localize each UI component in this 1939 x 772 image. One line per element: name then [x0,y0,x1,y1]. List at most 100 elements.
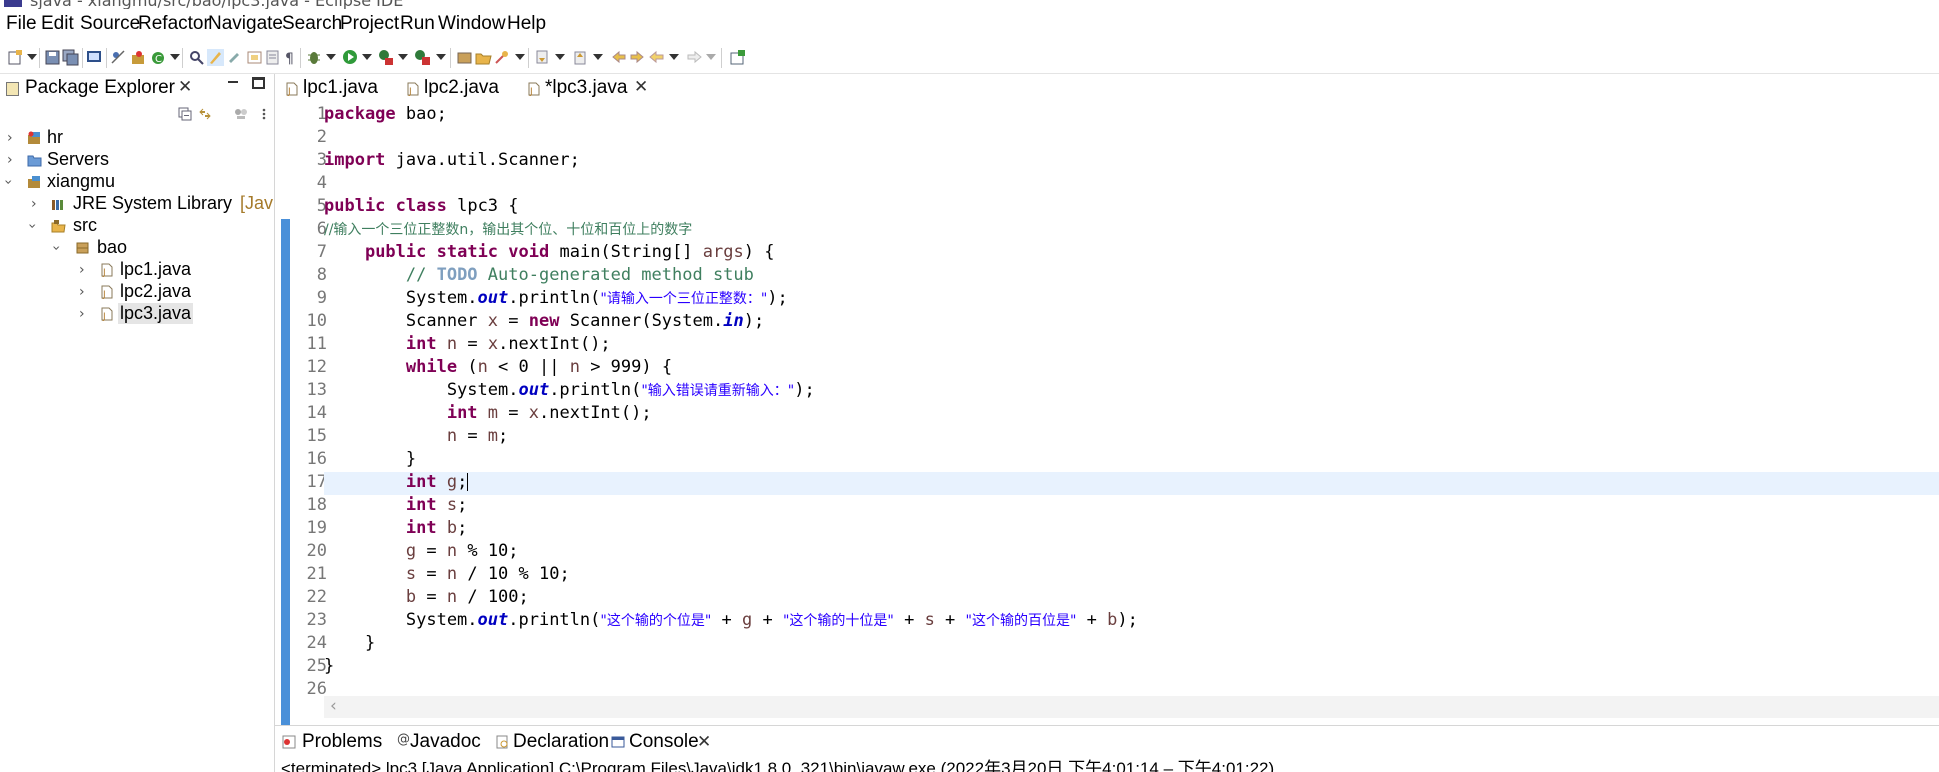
next-annotation-icon[interactable] [534,49,551,66]
external-tools-dropdown-icon[interactable] [436,54,446,60]
tab-declaration[interactable]: Declaration [490,726,609,758]
tab-lpc3-java[interactable]: J *lpc3.java ✕ [523,74,651,106]
close-icon[interactable]: ✕ [697,732,711,752]
menu-help[interactable]: Help [507,13,546,35]
terminal-icon[interactable] [86,49,103,66]
debug-icon[interactable] [306,49,323,66]
new-package-icon[interactable] [456,49,473,66]
new-icon[interactable] [7,49,24,66]
forward-dropdown-icon[interactable] [706,54,716,60]
tab-problems[interactable]: Problems [275,726,387,758]
coverage-dropdown-icon[interactable] [398,54,408,60]
local-variable: b [1107,610,1118,630]
menu-run[interactable]: Run [400,13,435,35]
link-with-editor-icon[interactable] [198,107,212,121]
toolbar-separator [106,48,107,68]
show-whitespace-icon[interactable]: ¶ [282,49,299,66]
code-text: = [498,403,529,423]
collapse-all-icon[interactable] [178,107,192,121]
tree-item-bao[interactable]: › bao [0,236,274,260]
collapse-arrow-icon[interactable]: › [24,223,40,229]
tab-javadoc[interactable]: @ Javadoc [390,726,481,758]
forward-icon[interactable] [686,49,703,66]
search-icon[interactable] [494,49,511,66]
menu-file[interactable]: File [6,13,37,35]
minimize-icon[interactable] [228,81,238,83]
tree-item-jre-system-library[interactable]: › JRE System Library [Jav [0,192,274,216]
focus-on-working-set-icon[interactable] [234,107,248,121]
collapse-arrow-icon[interactable]: › [48,245,64,251]
expand-arrow-icon[interactable]: › [79,262,85,278]
toggle-highlight-icon[interactable] [207,49,224,66]
console-output[interactable]: <terminated> lpc3 [Java Application] C:\… [275,757,1939,772]
previous-annotation-dropdown-icon[interactable] [593,54,603,60]
view-menu-icon[interactable] [257,107,271,121]
back-history-icon[interactable] [648,49,665,66]
horizontal-scrollbar[interactable]: ‹ [324,696,1939,718]
tree-item-servers[interactable]: › Servers [0,148,274,172]
tab-lpc2-java[interactable]: J lpc2.java [402,74,512,104]
previous-annotation-icon[interactable] [572,49,589,66]
static-field: out [518,380,550,400]
menu-window[interactable]: Window [438,13,506,35]
expand-arrow-icon[interactable]: › [31,196,37,212]
maximize-icon[interactable] [252,77,265,89]
code-text: ; [457,518,468,538]
new-class-dropdown-icon[interactable] [170,54,180,60]
word-wrap-icon[interactable] [264,49,281,66]
external-tools-icon[interactable] [414,49,431,66]
menu-search[interactable]: Search [282,13,342,35]
open-perspective-icon[interactable] [729,49,746,66]
block-selection-icon[interactable] [246,49,263,66]
collapse-arrow-icon[interactable]: › [0,179,16,185]
menu-navigate[interactable]: Navigate [208,13,283,35]
code-line: System.out.println("请输入一个三位正整数："); [324,288,1939,311]
tab-console[interactable]: Console ✕ [608,726,714,760]
last-edit-location-icon[interactable] [610,49,627,66]
tree-item-src[interactable]: › src [0,214,274,238]
coverage-icon[interactable] [378,49,395,66]
new-java-project-icon[interactable] [130,49,147,66]
save-all-icon[interactable] [62,49,79,66]
code-editor[interactable]: 1 2 3 4 5 6 7 8 9 10 11 12 13 14 15 16 1… [275,104,1939,756]
tab-lpc1-java[interactable]: J lpc1.java [281,74,391,104]
search-dropdown-icon[interactable] [515,54,525,60]
menu-source[interactable]: Source [80,13,140,35]
code-text: System. [324,380,519,400]
back-icon[interactable] [629,49,646,66]
parameter: args [702,242,744,262]
expand-arrow-icon[interactable]: › [7,152,13,168]
expand-arrow-icon[interactable]: › [79,306,85,322]
back-dropdown-icon[interactable] [669,54,679,60]
new-class-icon[interactable]: C [150,49,167,66]
toggle-mark-icon[interactable] [227,49,244,66]
tree-item-lpc3[interactable]: › J lpc3.java [0,302,274,326]
expand-arrow-icon[interactable]: › [7,130,13,146]
run-dropdown-icon[interactable] [362,54,372,60]
tree-item-lpc1[interactable]: › J lpc1.java [0,258,274,282]
open-type-icon[interactable] [188,49,205,66]
library-icon [52,200,63,210]
close-icon[interactable]: ✕ [634,77,648,97]
next-annotation-dropdown-icon[interactable] [555,54,565,60]
expand-arrow-icon[interactable]: › [79,284,85,300]
tree-item-lpc2[interactable]: › J lpc2.java [0,280,274,304]
run-icon[interactable] [342,49,359,66]
line-number: 9 [316,288,327,308]
code-text: % 10; [457,541,519,561]
package-explorer-tab[interactable]: Package Explorer ✕ [0,74,200,104]
tree-item-xiangmu[interactable]: › xiangmu [0,170,274,194]
menu-edit[interactable]: Edit [41,13,74,35]
scroll-left-icon[interactable]: ‹ [330,696,337,716]
menu-refactor[interactable]: Refactor [138,13,210,35]
tree-item-hr[interactable]: › hr [0,126,274,150]
skip-breakpoints-icon[interactable] [110,49,127,66]
code-line: import java.util.Scanner; [324,150,1939,173]
save-icon[interactable] [44,49,61,66]
debug-dropdown-icon[interactable] [326,54,336,60]
open-folder-icon[interactable] [475,49,492,66]
close-icon[interactable]: ✕ [178,77,192,97]
menu-project[interactable]: Project [340,13,399,35]
new-dropdown-icon[interactable] [27,54,37,60]
